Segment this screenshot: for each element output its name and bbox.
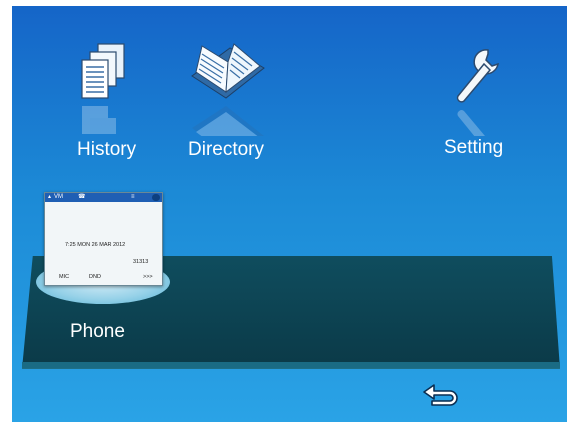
phone-label: Phone: [70, 321, 125, 342]
preview-softkey-more: >>>: [143, 274, 153, 280]
setting-label: Setting: [444, 137, 504, 158]
directory-label: Directory: [188, 139, 265, 160]
preview-softkey-mic: MIC: [59, 274, 70, 280]
back-arrow-icon: [423, 384, 458, 406]
back-button[interactable]: [420, 382, 460, 408]
home-screen: History Directory Setting ▴ VM ☎ ≡ 7:25 …: [12, 6, 567, 422]
setting-reflection: [457, 110, 490, 136]
preview-corner: [152, 194, 160, 201]
directory-book-icon: [191, 43, 265, 99]
signal-icon: ≡: [131, 194, 135, 200]
directory-reflection: [192, 106, 264, 136]
preview-datetime: 7:25 MON 26 MAR 2012: [65, 242, 126, 248]
phone-screen-preview: ▴ VM ☎ ≡ 7:25 MON 26 MAR 2012 31313 MIC …: [44, 192, 163, 286]
dock-tray-edge: [22, 362, 560, 368]
handset-icon: ☎: [78, 194, 86, 200]
voicemail-icon: ▴: [48, 194, 52, 200]
history-reflection: [82, 106, 116, 134]
history-label: History: [77, 139, 137, 160]
preview-status-vm: VM: [54, 194, 63, 200]
wrench-icon: [456, 49, 499, 103]
history-documents-icon: [81, 43, 125, 99]
preview-softkey-dnd: DND: [89, 274, 101, 280]
preview-number: 31313: [133, 259, 149, 265]
preview-status-bar: ▴ VM ☎ ≡: [45, 193, 162, 202]
